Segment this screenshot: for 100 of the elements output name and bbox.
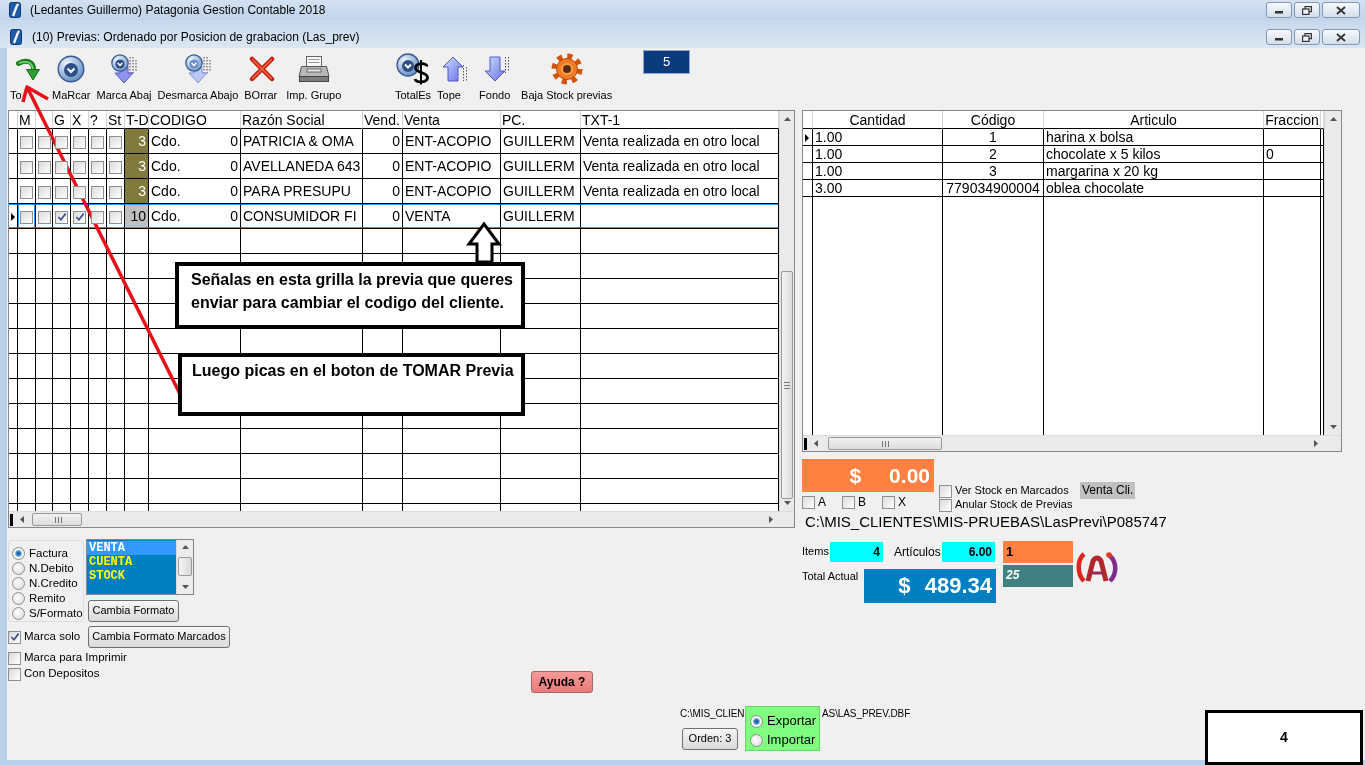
checkbox[interactable] <box>55 160 68 174</box>
radio-label[interactable]: Factura <box>29 546 68 561</box>
column-header[interactable]: X <box>71 111 89 129</box>
checkbox-label[interactable]: Con Depositos <box>24 667 100 681</box>
radio-button[interactable] <box>750 733 763 747</box>
checkbox[interactable] <box>109 160 122 174</box>
checkbox[interactable] <box>802 496 815 509</box>
radio-label[interactable]: N.Debito <box>29 561 74 576</box>
column-header[interactable]: PC. <box>501 111 581 129</box>
column-header[interactable]: Venta <box>403 111 501 129</box>
column-header[interactable]: St <box>107 111 125 129</box>
list-box[interactable]: VENTA CUENTA STOCK <box>86 539 194 595</box>
help-button[interactable]: Ayuda ? <box>531 671 593 693</box>
row-selector[interactable] <box>803 180 813 197</box>
checkbox-label[interactable]: A <box>818 496 826 509</box>
checkbox-label[interactable]: Ver Stock en Marcados <box>955 484 1069 498</box>
toolbar-button[interactable]: MaRcar <box>52 52 91 101</box>
column-header[interactable]: Fraccion <box>1264 111 1321 129</box>
column-header[interactable]: ? <box>89 111 107 129</box>
radio-button[interactable] <box>12 607 25 620</box>
vertical-scrollbar[interactable] <box>1324 111 1341 435</box>
checkbox[interactable] <box>109 210 122 224</box>
scrollbar-thumb[interactable] <box>781 271 793 499</box>
checkbox-label[interactable]: X <box>898 496 906 509</box>
column-header[interactable]: TXT-1 <box>581 111 779 129</box>
column-header[interactable]: Vend. <box>363 111 403 129</box>
toolbar-button[interactable]: Fondo <box>479 52 516 101</box>
checkbox[interactable] <box>37 160 51 174</box>
vertical-scrollbar[interactable] <box>176 540 193 594</box>
toolbar-button[interactable]: To <box>10 52 46 101</box>
checkbox-label[interactable]: Anular Stock de Previas <box>955 498 1073 512</box>
vertical-scrollbar[interactable] <box>779 111 794 511</box>
checkbox[interactable] <box>109 185 122 199</box>
checkbox[interactable] <box>8 651 21 665</box>
radio-label[interactable]: S/Formato <box>29 606 83 621</box>
list-item[interactable]: STOCK <box>87 569 176 583</box>
checkbox[interactable] <box>939 498 952 512</box>
column-header[interactable]: Razón Social <box>241 111 363 129</box>
toolbar-button[interactable]: BOrrar <box>244 52 281 101</box>
change-marked-format-button[interactable]: Cambia Formato Marcados <box>88 626 230 648</box>
splitter-handle[interactable] <box>10 513 13 526</box>
minimize-button[interactable] <box>1266 2 1292 18</box>
row-selector[interactable] <box>9 154 18 179</box>
close-button[interactable] <box>1322 2 1360 18</box>
radio-label[interactable]: N.Credito <box>29 576 78 591</box>
toolbar-button[interactable]: Marca Abaj <box>96 52 152 101</box>
column-header[interactable]: M <box>18 111 36 129</box>
row-selector[interactable] <box>803 146 813 163</box>
checkbox[interactable] <box>55 135 68 149</box>
checkbox[interactable] <box>73 210 86 224</box>
change-format-button[interactable]: Cambia Formato <box>88 600 179 622</box>
toolbar-button[interactable]: Imp. Grupo <box>286 52 342 101</box>
splitter-handle[interactable] <box>804 437 807 450</box>
checkbox-label[interactable]: B <box>858 496 866 509</box>
checkbox[interactable] <box>20 210 33 224</box>
toolbar-button[interactable]: Tope <box>437 52 474 101</box>
checkbox[interactable] <box>37 185 51 199</box>
checkbox[interactable] <box>91 135 104 149</box>
radio-button[interactable] <box>750 714 763 728</box>
checkbox[interactable] <box>842 496 855 509</box>
radio-label[interactable]: Exportar <box>767 713 817 729</box>
column-header[interactable]: Cantidad <box>813 111 943 129</box>
checkbox[interactable] <box>73 185 86 199</box>
toolbar-button[interactable]: Desmarca Abajo <box>157 52 239 101</box>
close-button[interactable] <box>1322 29 1360 45</box>
toolbar-button[interactable]: Baja Stock previas <box>521 52 613 101</box>
checkbox[interactable] <box>55 185 68 199</box>
checkbox[interactable] <box>73 135 86 149</box>
row-selector[interactable] <box>803 129 813 146</box>
checkbox[interactable] <box>73 160 86 174</box>
radio-label[interactable]: Remito <box>29 591 66 606</box>
radio-label[interactable]: Importar <box>767 732 816 748</box>
column-header[interactable]: Articulo <box>1044 111 1264 129</box>
restore-button[interactable] <box>1294 2 1320 18</box>
checkbox[interactable] <box>37 135 51 149</box>
checkbox[interactable] <box>91 185 104 199</box>
checkbox[interactable] <box>939 484 952 498</box>
checkbox-label[interactable]: Marca para Imprimir <box>24 651 127 665</box>
row-selector[interactable] <box>9 204 18 229</box>
checkbox[interactable] <box>109 135 122 149</box>
row-selector[interactable] <box>803 163 813 180</box>
scrollbar-thumb[interactable] <box>32 513 82 526</box>
restore-button[interactable] <box>1294 29 1320 45</box>
column-header[interactable]: Código <box>943 111 1044 129</box>
checkbox[interactable] <box>882 496 895 509</box>
scrollbar-thumb[interactable] <box>178 557 192 576</box>
checkbox[interactable] <box>20 160 33 174</box>
checkbox[interactable] <box>55 210 68 224</box>
scrollbar-thumb[interactable] <box>828 437 942 450</box>
checkbox[interactable] <box>37 210 51 224</box>
checkbox[interactable] <box>91 160 104 174</box>
radio-button[interactable] <box>12 592 25 605</box>
column-header[interactable]: CODIGO <box>149 111 241 129</box>
checkbox[interactable] <box>20 185 33 199</box>
radio-button[interactable] <box>12 547 25 560</box>
checkbox-label[interactable]: Marca solo <box>24 630 81 644</box>
checkbox[interactable] <box>8 667 21 681</box>
list-item[interactable]: CUENTA <box>87 555 176 569</box>
checkbox[interactable] <box>8 630 21 644</box>
radio-button[interactable] <box>12 577 25 590</box>
